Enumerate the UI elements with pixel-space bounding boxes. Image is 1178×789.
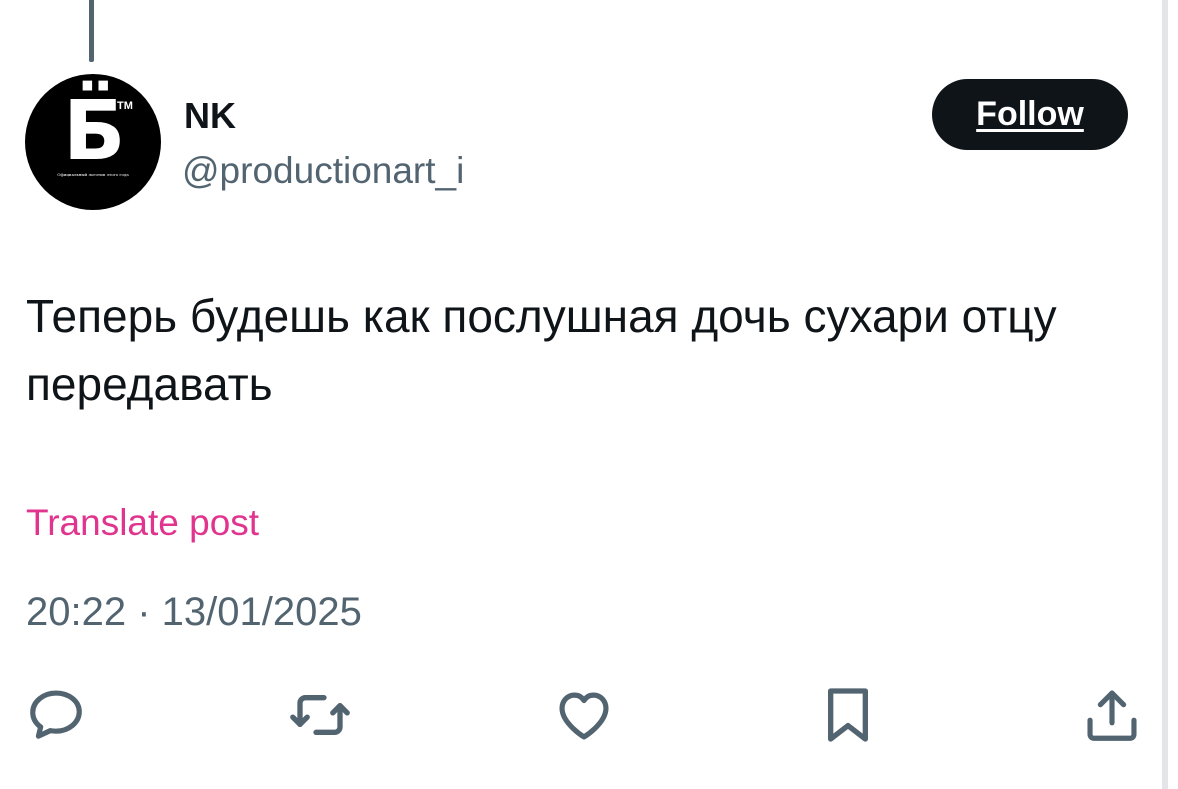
avatar-caption: Официальный логотип этого года	[57, 172, 129, 177]
bookmark-icon	[816, 683, 880, 747]
like-button[interactable]	[552, 683, 616, 747]
author-display-name[interactable]: NK	[184, 94, 236, 138]
bookmark-button[interactable]	[816, 683, 880, 747]
post-timestamp[interactable]: 20:22 · 13/01/2025	[26, 587, 362, 637]
avatar-trademark: TM	[117, 100, 133, 112]
avatar[interactable]: Б̈ TM Официальный логотип этого года	[25, 74, 161, 210]
avatar-logo-letter: Б̈	[63, 84, 126, 179]
author-handle[interactable]: @productionart_i	[182, 148, 464, 194]
thread-connector-line	[89, 0, 94, 62]
post-text: Теперь будешь как послушная дочь сухари …	[26, 290, 1057, 410]
scrollbar-track[interactable]	[1162, 0, 1168, 789]
like-icon	[553, 684, 615, 746]
reply-icon	[25, 684, 87, 746]
translate-post-link[interactable]: Translate post	[26, 500, 259, 546]
repost-icon	[288, 683, 352, 747]
repost-button[interactable]	[288, 683, 352, 747]
follow-button[interactable]: Follow	[932, 79, 1128, 150]
share-icon	[1081, 684, 1143, 746]
share-button[interactable]	[1080, 683, 1144, 747]
reply-button[interactable]	[24, 683, 88, 747]
